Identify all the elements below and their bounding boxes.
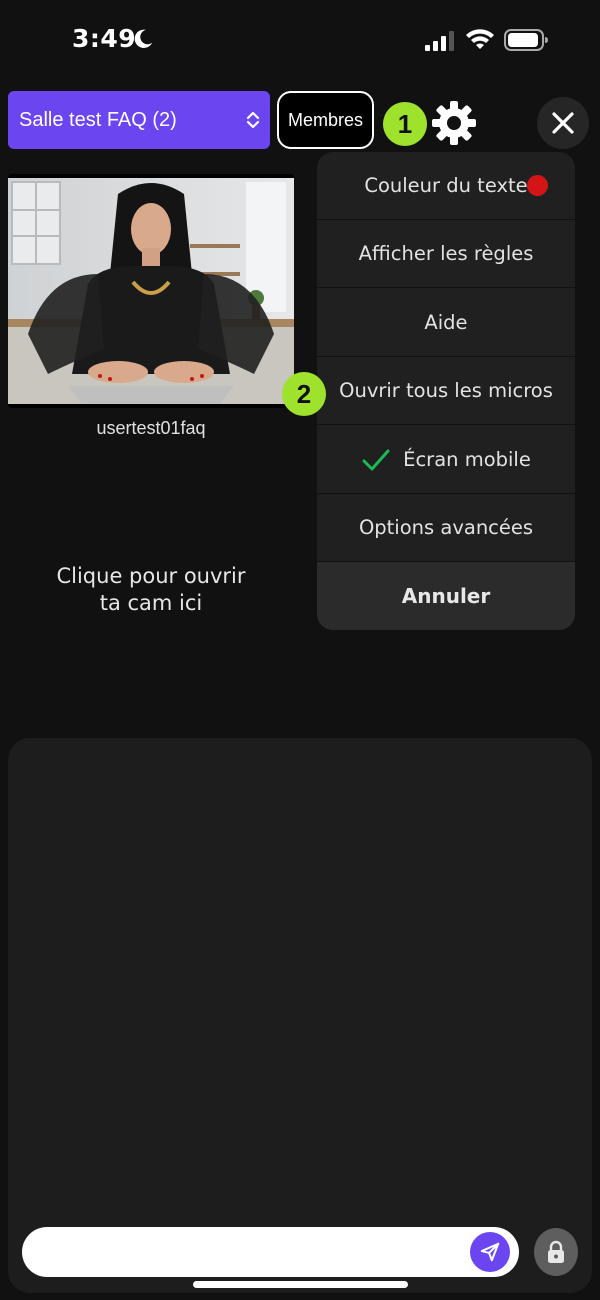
members-button[interactable]: Membres — [277, 91, 374, 149]
status-bar: 3:49 — [0, 0, 600, 80]
menu-item-mobile-screen[interactable]: Écran mobile — [317, 426, 575, 494]
members-label: Membres — [287, 109, 363, 130]
menu-item-label: Aide — [424, 311, 468, 334]
lock-button[interactable] — [534, 1228, 578, 1276]
moon-icon — [134, 29, 153, 48]
lock-icon — [548, 1240, 564, 1263]
battery-icon — [504, 29, 548, 51]
menu-item-label: Couleur du texte — [364, 174, 528, 197]
chat-area[interactable] — [8, 738, 592, 1293]
menu-item-advanced-options[interactable]: Options avancées — [317, 494, 575, 562]
video-feed-image — [8, 174, 294, 408]
room-selector[interactable]: Salle test FAQ (2) — [8, 91, 270, 149]
open-cam-line-1: Clique pour ouvrir — [56, 564, 246, 588]
gear-icon[interactable] — [429, 98, 479, 148]
menu-cancel-button[interactable]: Annuler — [317, 562, 575, 630]
open-cam-line-2: ta cam ici — [99, 591, 203, 615]
video-tile[interactable] — [8, 174, 294, 408]
signal-icon — [425, 31, 454, 51]
close-icon — [552, 112, 574, 134]
menu-item-label: Afficher les règles — [358, 242, 534, 265]
menu-item-label: Écran mobile — [403, 448, 531, 471]
updown-icon — [246, 111, 260, 129]
video-username: usertest01faq — [96, 418, 206, 438]
menu-item-show-rules[interactable]: Afficher les règles — [317, 220, 575, 288]
close-button[interactable] — [537, 97, 589, 149]
menu-item-help[interactable]: Aide — [317, 289, 575, 357]
settings-menu: Couleur du texte Afficher les règles Aid… — [317, 152, 575, 630]
status-time: 3:49 — [72, 24, 137, 53]
chat-input[interactable] — [22, 1227, 519, 1277]
menu-item-text-color[interactable]: Couleur du texte — [317, 152, 575, 220]
menu-item-open-all-mics[interactable]: Ouvrir tous les micros — [317, 357, 575, 425]
check-icon — [362, 449, 390, 470]
menu-item-label: Options avancées — [358, 516, 534, 539]
room-name: Salle test FAQ (2) — [19, 108, 177, 131]
home-indicator — [193, 1281, 408, 1288]
text-color-dot-icon — [527, 175, 548, 196]
open-cam-prompt[interactable]: Clique pour ouvrir ta cam ici — [8, 563, 294, 617]
wifi-icon — [466, 29, 494, 49]
send-button[interactable] — [470, 1232, 510, 1272]
annotation-badge-2: 2 — [282, 372, 326, 416]
send-icon — [480, 1242, 500, 1262]
menu-item-label: Ouvrir tous les micros — [339, 379, 553, 402]
annotation-badge-1: 1 — [383, 102, 427, 146]
